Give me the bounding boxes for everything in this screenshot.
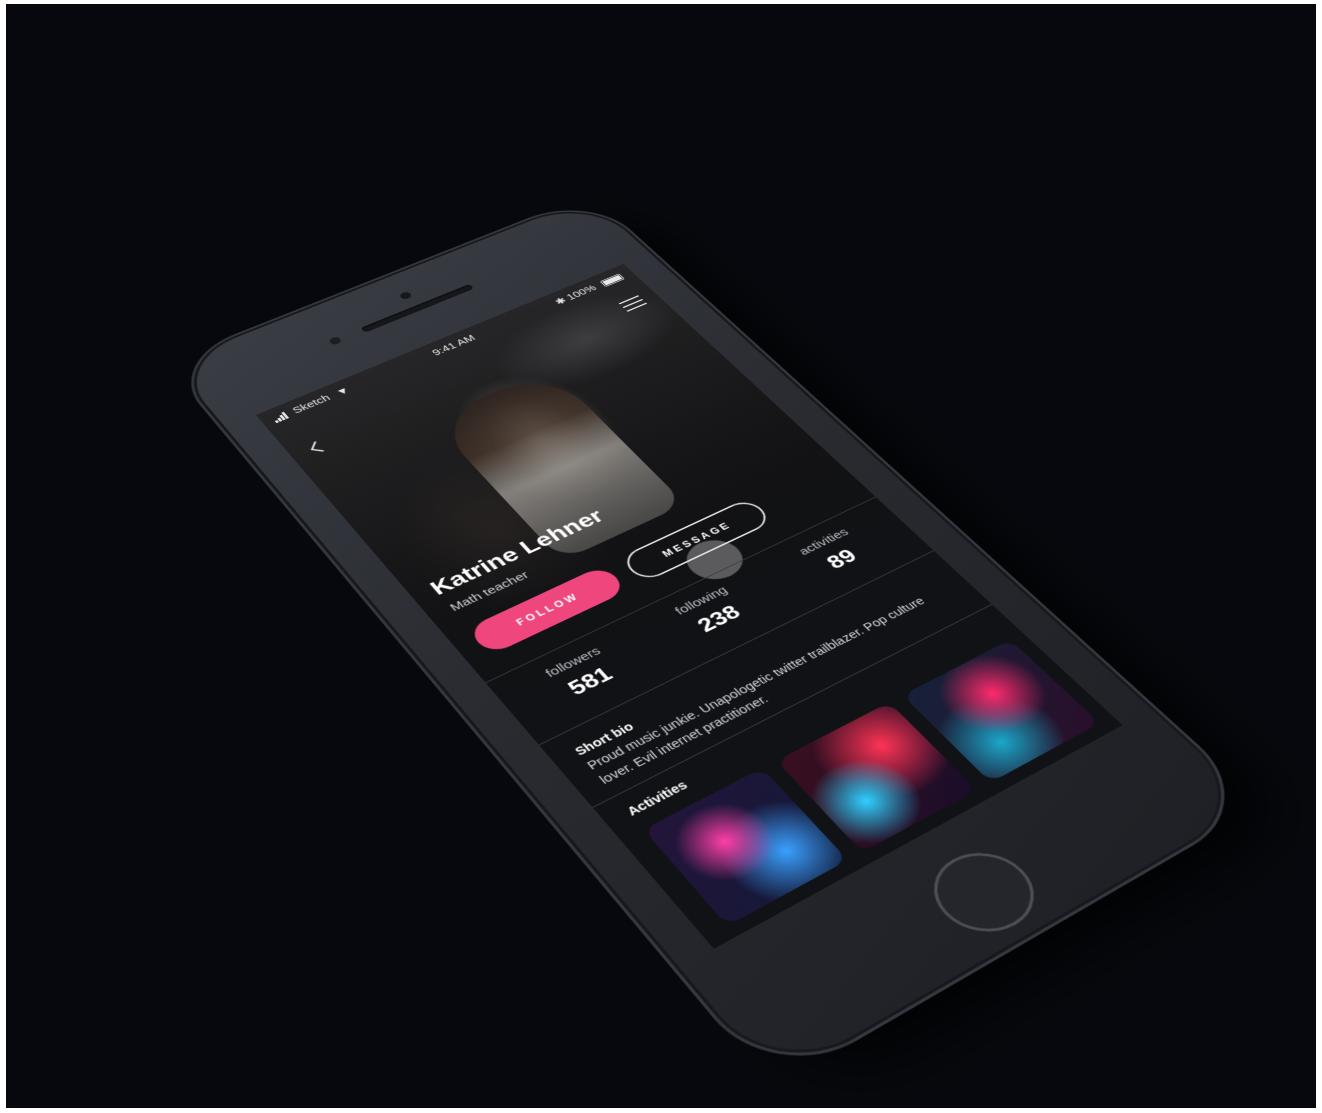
scene-background: Sketch ▼ 9:41 AM ✱ 100% Katrine Lehner M… [6, 4, 1316, 1108]
stats-bottom-divider [538, 550, 935, 746]
stat-label: followers [542, 644, 604, 681]
front-camera [398, 290, 414, 301]
bio-text: Proud music junkie. Unapologetic twitter… [584, 594, 928, 787]
activity-thumbnail[interactable] [643, 767, 849, 926]
activities-title: Activities [623, 778, 691, 819]
short-bio: Short bio Proud music junkie. Unapologet… [571, 570, 966, 788]
phone-screen: Sketch ▼ 9:41 AM ✱ 100% Katrine Lehner M… [255, 263, 1123, 949]
follow-button[interactable]: FOLLOW [466, 564, 629, 656]
proximity-sensor [327, 336, 343, 346]
cover-gradient-overlay [255, 263, 906, 715]
stat-value: 238 [691, 600, 746, 637]
profile-role: Math teacher [447, 568, 532, 614]
activity-thumbnail[interactable] [776, 702, 978, 853]
stat-value: 581 [562, 662, 618, 700]
battery-icon [599, 273, 625, 288]
bio-divider [592, 604, 993, 808]
phone-body: Sketch ▼ 9:41 AM ✱ 100% Katrine Lehner M… [171, 197, 1255, 1081]
earpiece-speaker [360, 284, 475, 333]
stat-following[interactable]: following 238 [633, 566, 790, 659]
activity-thumbnail[interactable] [902, 639, 1100, 783]
bio-title: Short bio [571, 719, 637, 758]
stat-followers[interactable]: followers 581 [502, 626, 664, 724]
home-button[interactable] [913, 838, 1055, 948]
stat-label: following [672, 583, 731, 618]
activities-gallery [643, 633, 1111, 926]
